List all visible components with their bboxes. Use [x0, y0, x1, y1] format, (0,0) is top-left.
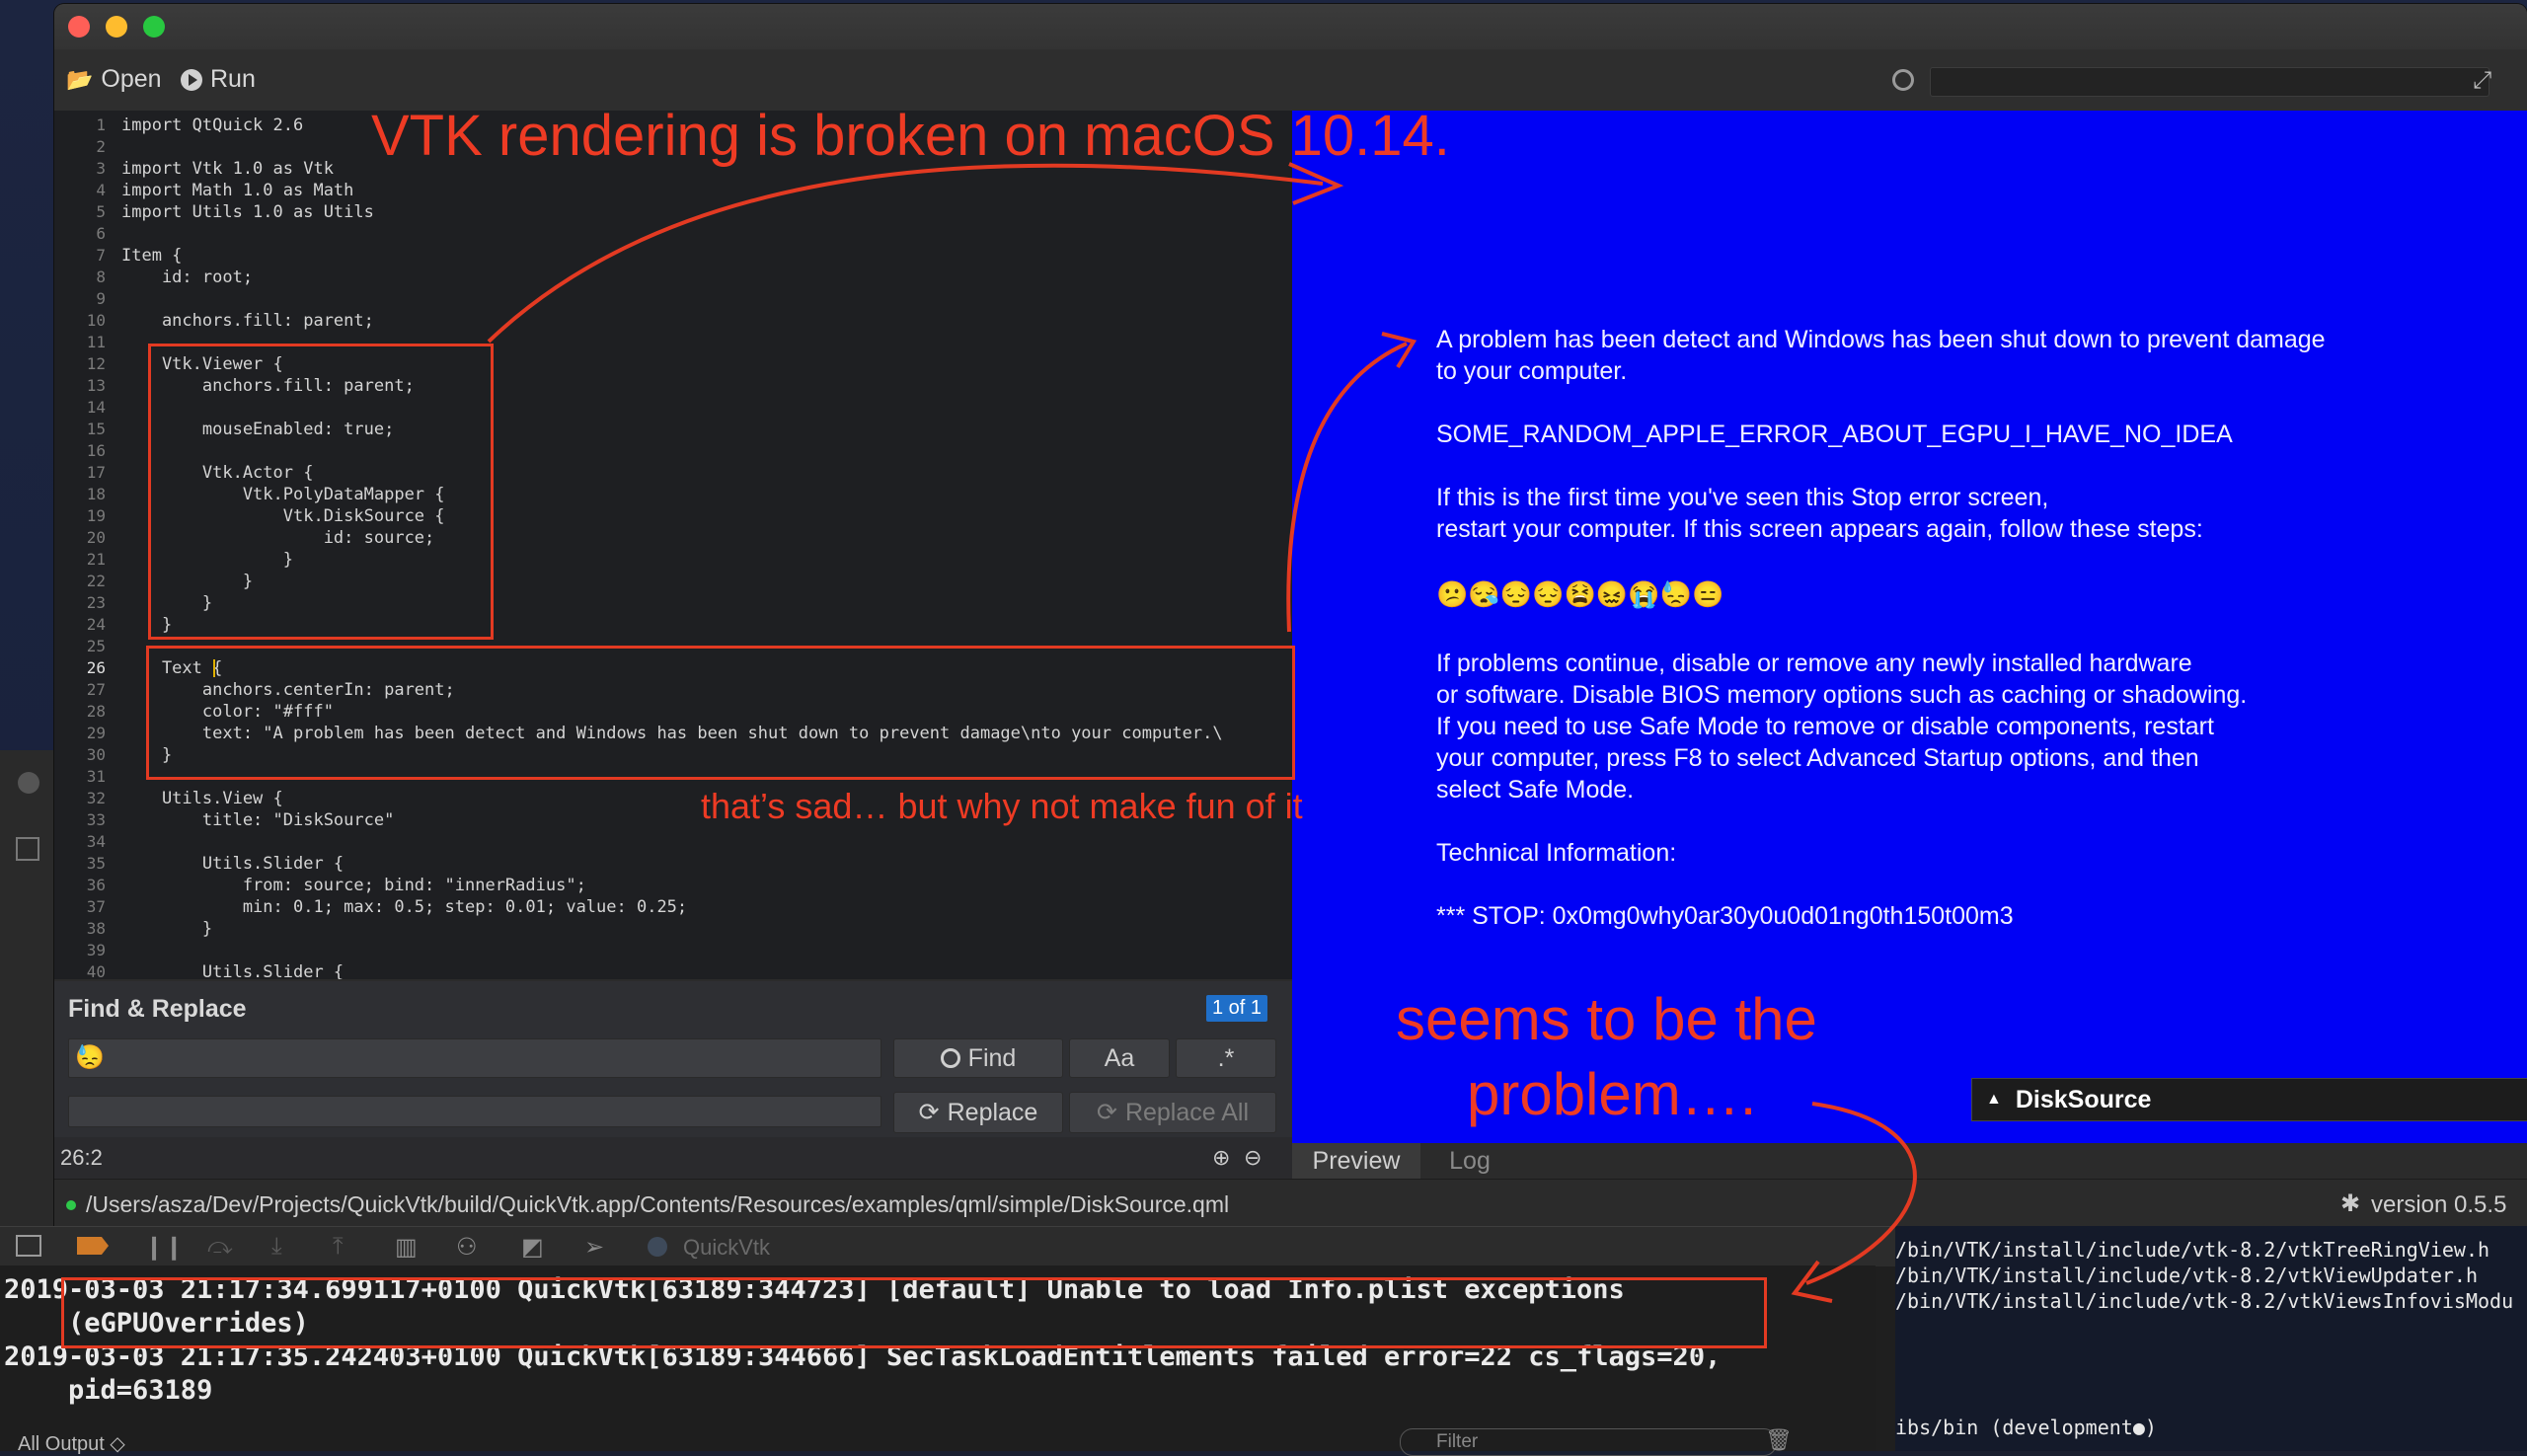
arrow-problem-to-console	[1805, 1102, 1917, 1285]
highlight-console-line	[61, 1277, 1767, 1348]
highlight-text-block	[146, 646, 1295, 780]
annotation-problem-2: problem….	[1467, 1061, 1757, 1127]
highlight-vtk-viewer-block	[148, 344, 494, 640]
annotation-problem-1: seems to be the	[1396, 986, 1817, 1052]
annotation-title: VTK rendering is broken on macOS 10.14.	[371, 104, 1450, 168]
arrowhead-bsod	[1381, 332, 1417, 369]
annotation-sad: that’s sad… but why not make fun of it	[701, 786, 1303, 826]
arrow-text-to-bsod	[1286, 342, 1408, 633]
arrow-title-to-preview	[487, 163, 1324, 344]
